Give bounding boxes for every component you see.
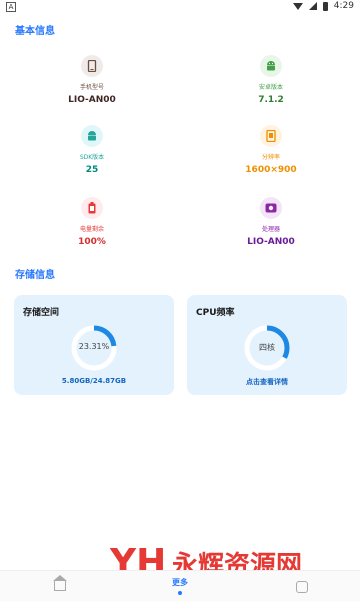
active-indicator	[178, 591, 182, 595]
battery-level-icon	[81, 197, 103, 219]
info-android-version: 安卓版本 7.1.2	[216, 55, 326, 105]
info-phone-model: 手机型号 LIO-AN00	[37, 55, 147, 105]
android-icon	[260, 55, 282, 77]
processor-icon	[260, 197, 282, 219]
info-label: 分辨率	[261, 154, 280, 161]
cpu-card[interactable]: CPU频率 四核 点击查看详情	[187, 295, 347, 395]
storage-info-title: 存储信息	[15, 270, 55, 281]
wifi-icon	[292, 2, 303, 10]
info-processor: 处理器 LIO-AN00	[216, 197, 326, 247]
cpu-card-title: CPU频率	[196, 308, 235, 318]
info-resolution: 分辨率 1600×900	[216, 125, 326, 175]
info-value: LIO-AN00	[247, 237, 295, 247]
info-label: 手机型号	[79, 84, 104, 91]
storage-percent: 23.31%	[78, 342, 110, 351]
storage-card-title: 存储空间	[23, 308, 60, 318]
cpu-cores: 四核	[259, 343, 275, 352]
nav-tab-icon[interactable]	[296, 581, 308, 593]
info-value: 7.1.2	[258, 95, 284, 105]
storage-detail: 5.80GB/24.87GB	[61, 377, 127, 385]
info-sdk-version: SDK版本 25	[37, 125, 147, 175]
status-notification-icon: A	[6, 2, 16, 12]
info-value: 1600×900	[245, 165, 297, 175]
battery-icon	[322, 1, 328, 11]
info-value: LIO-AN00	[68, 95, 116, 105]
info-value: 100%	[78, 237, 106, 247]
info-battery: 电量剩余 100%	[37, 197, 147, 247]
home-icon[interactable]	[53, 575, 67, 591]
basic-info-title: 基本信息	[15, 26, 55, 37]
storage-card[interactable]: 存储空间 23.31% 5.80GB/24.87GB	[14, 295, 174, 395]
status-icons: 4:29	[292, 1, 354, 11]
info-value: 25	[85, 165, 99, 175]
info-label: 电量剩余	[79, 226, 104, 233]
resolution-icon	[260, 125, 282, 147]
info-label: 处理器	[261, 226, 280, 233]
cpu-detail-link[interactable]: 点击查看详情	[187, 377, 347, 387]
bottom-nav: 更多	[0, 570, 360, 601]
android-robot-icon	[81, 125, 103, 147]
nav-more-label[interactable]: 更多	[172, 577, 188, 588]
phone-icon	[81, 55, 103, 77]
info-label: SDK版本	[79, 154, 105, 161]
info-label: 安卓版本	[258, 84, 283, 91]
status-bar: A 4:29	[0, 0, 360, 14]
status-time: 4:29	[333, 1, 354, 11]
signal-icon	[308, 2, 317, 10]
